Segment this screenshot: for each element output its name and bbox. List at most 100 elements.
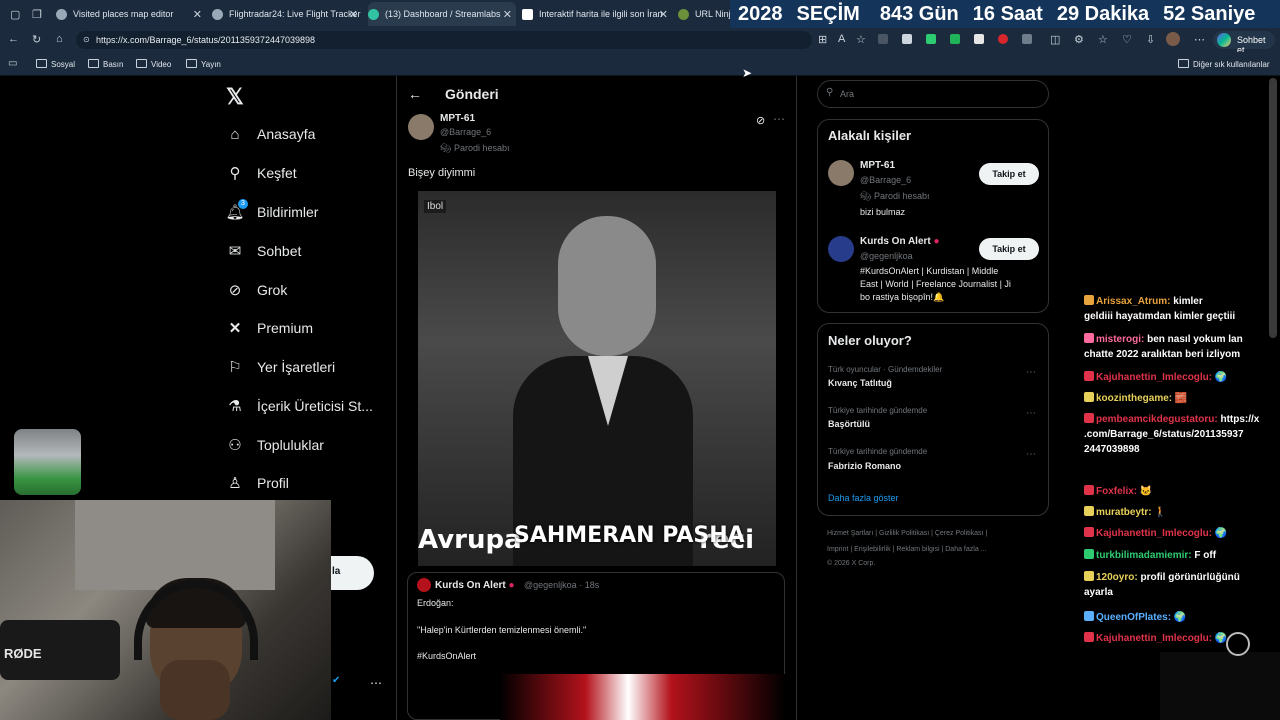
author-avatar[interactable] [408, 114, 434, 140]
back-arrow-icon[interactable]: ← [408, 86, 422, 102]
x-logo-icon[interactable]: 𝕏 [226, 84, 244, 110]
trend-name[interactable]: Fabrizio Romano [828, 461, 901, 471]
extension-1-icon[interactable] [878, 34, 888, 44]
tab-visited-places[interactable]: Visited places map editor ✕ [56, 2, 206, 26]
nav-bookmarks[interactable]: ⚐ Yer İşaretleri [226, 355, 335, 379]
profile-avatar[interactable] [1166, 32, 1180, 46]
bookmark-sosyal[interactable]: Sosyal [36, 59, 75, 69]
mic-brand-logo: RØDE [4, 646, 42, 661]
author-name[interactable]: MPT-61 [440, 113, 475, 124]
nav-notifications[interactable]: 🔔︎ 3 Bildirimler [225, 199, 318, 224]
follow-button[interactable]: Takip et [979, 238, 1039, 260]
home-icon[interactable]: ⌂ [56, 33, 63, 45]
chat-text: 🚶 [1154, 507, 1167, 518]
collections-icon[interactable]: ♡ [1122, 33, 1132, 46]
downloads-icon[interactable]: ⇩ [1146, 33, 1155, 46]
footer-links-2[interactable]: Imprint | Erişilebilirlik | Reklam bilgi… [827, 546, 987, 553]
close-icon[interactable]: ✕ [193, 8, 202, 21]
trend-more-icon[interactable]: ⋯ [1026, 408, 1036, 419]
countdown-days: 843 Gün [879, 2, 959, 25]
footer-links-1[interactable]: Hizmet Şartları | Gizlilik Politikası | … [827, 530, 987, 537]
grok-explain-icon[interactable]: ⊘ [756, 114, 765, 127]
quoted-image[interactable] [500, 674, 785, 720]
ninja-icon [678, 8, 689, 20]
tab-flightradar[interactable]: Flightradar24: Live Flight Tracker ✕ [212, 2, 362, 26]
tab-interaktif-harita[interactable]: Interaktif harita ile ilgili son İran ✕ [522, 2, 672, 26]
home-icon: ⌂ [230, 125, 240, 143]
more-options-icon[interactable]: ⋯ [773, 112, 785, 126]
tab-url-ninja[interactable]: URL Ninja [678, 2, 732, 26]
copilot-chat-button[interactable]: Sohbet et [1213, 31, 1275, 55]
post-text: Bişey diyimmi [408, 167, 476, 179]
read-aloud-icon[interactable]: A [838, 33, 845, 45]
app-available-icon[interactable]: ⊞ [818, 33, 827, 46]
nav-profile[interactable]: ♙ Profil [226, 471, 289, 495]
favorites-icon[interactable]: ☆ [1098, 33, 1108, 46]
chat-badge-icon [1084, 611, 1094, 621]
nav-explore[interactable]: ⚲ Keşfet [226, 161, 297, 185]
webcam-overlay: RØDE [0, 500, 331, 720]
person-name[interactable]: Kurds On Alert ● [860, 236, 940, 247]
chat-text: 🧱 [1174, 393, 1188, 404]
person-avatar[interactable] [828, 160, 854, 186]
site-info-icon[interactable]: ⊙ [83, 35, 90, 44]
nav-communities[interactable]: ⚇ Topluluklar [226, 433, 324, 457]
address-bar-row: ← ↻ ⌂ https://x.com/Barrage_6/status/201… [0, 28, 1280, 52]
globe-icon [56, 8, 67, 20]
nav-grok[interactable]: ⊘ Grok [226, 278, 288, 302]
person-handle: @Barrage_6 [860, 175, 912, 185]
close-icon[interactable]: ✕ [349, 8, 358, 21]
close-icon[interactable]: ✕ [503, 8, 512, 21]
close-icon[interactable]: ✕ [659, 8, 668, 21]
person-name[interactable]: MPT-61 [860, 160, 895, 171]
bookmarks-menu-icon[interactable]: ▭ [8, 58, 17, 69]
refresh-icon[interactable]: ↻ [32, 33, 41, 46]
extension-3-icon[interactable] [926, 34, 936, 44]
account-more-icon[interactable]: ⋯ [370, 676, 382, 690]
more-menu-icon[interactable]: ⋯ [1194, 33, 1205, 46]
tab-actions-icon[interactable]: ▢ [10, 8, 20, 21]
extension-6-icon[interactable] [998, 34, 1008, 44]
post-video[interactable]: Ibol Avrupa reci SAHMERAN PASHA [418, 191, 776, 566]
video-caption-background-left: Avrupa [418, 525, 522, 555]
person-bio-line2: East | World | Freelance Journalist | Ji [860, 279, 1011, 289]
chat-text: chatte 2022 aralıktan beri izliyom [1084, 349, 1241, 360]
bookmark-video[interactable]: Video [136, 59, 171, 69]
chat-text: 🐱 [1139, 486, 1153, 497]
quoted-hashtag[interactable]: #KurdsOnAlert [417, 651, 476, 661]
split-screen-icon[interactable]: ◫ [1050, 33, 1060, 46]
extension-2-icon[interactable] [902, 34, 912, 44]
other-bookmarks[interactable]: Diğer sık kullanılanlar [1178, 59, 1269, 69]
x-premium-icon: ✕ [228, 320, 242, 337]
trend-category: Türkiye tarihinde gündemde [828, 406, 928, 415]
trend-more-icon[interactable]: ⋯ [1026, 449, 1036, 460]
tab-groups-icon[interactable]: ❐ [32, 8, 42, 21]
trend-name[interactable]: Başörtülü [828, 419, 870, 429]
search-input[interactable]: ⚲ Ara [817, 80, 1049, 108]
extension-4-icon[interactable] [950, 34, 960, 44]
author-handle[interactable]: @Barrage_6 [440, 127, 491, 137]
bookmark-basin[interactable]: Basın [88, 59, 123, 69]
trend-more-icon[interactable]: ⋯ [1026, 367, 1036, 378]
person-bio-line3: bo rastiya bişopîn!🔔 [860, 292, 945, 302]
extensions-icon[interactable]: ⚙ [1074, 33, 1084, 46]
show-more-link[interactable]: Daha fazla göster [828, 493, 899, 503]
back-icon[interactable]: ← [8, 33, 19, 45]
person-avatar[interactable] [828, 236, 854, 262]
mouse-cursor-icon: ➤ [742, 66, 753, 80]
follow-button[interactable]: Takip et [979, 163, 1039, 185]
nav-chat[interactable]: ✉ Sohbet [226, 239, 302, 263]
nav-premium[interactable]: ✕ Premium [226, 316, 313, 340]
extension-5-icon[interactable] [974, 34, 984, 44]
nav-creator-studio[interactable]: ⚗ İçerik Üreticisi St... [226, 394, 373, 418]
chat-text: 🌍 [1214, 528, 1228, 539]
url-input[interactable]: https://x.com/Barrage_6/status/201135937… [76, 31, 812, 49]
favorite-star-icon[interactable]: ☆ [856, 33, 866, 46]
tab-streamlabs[interactable]: (13) Dashboard / Streamlabs ✕ [368, 2, 516, 26]
nav-home[interactable]: ⌂ Anasayfa [226, 122, 315, 146]
video-caption: SAHMERAN PASHA [514, 523, 745, 548]
trend-name[interactable]: Kıvanç Tatlıtuğ [828, 378, 892, 388]
bookmark-yayin[interactable]: Yayın [186, 59, 221, 69]
extension-7-icon[interactable] [1022, 34, 1032, 44]
chat-text: geldiii hayatımdan kimler geçtiii [1084, 311, 1236, 322]
